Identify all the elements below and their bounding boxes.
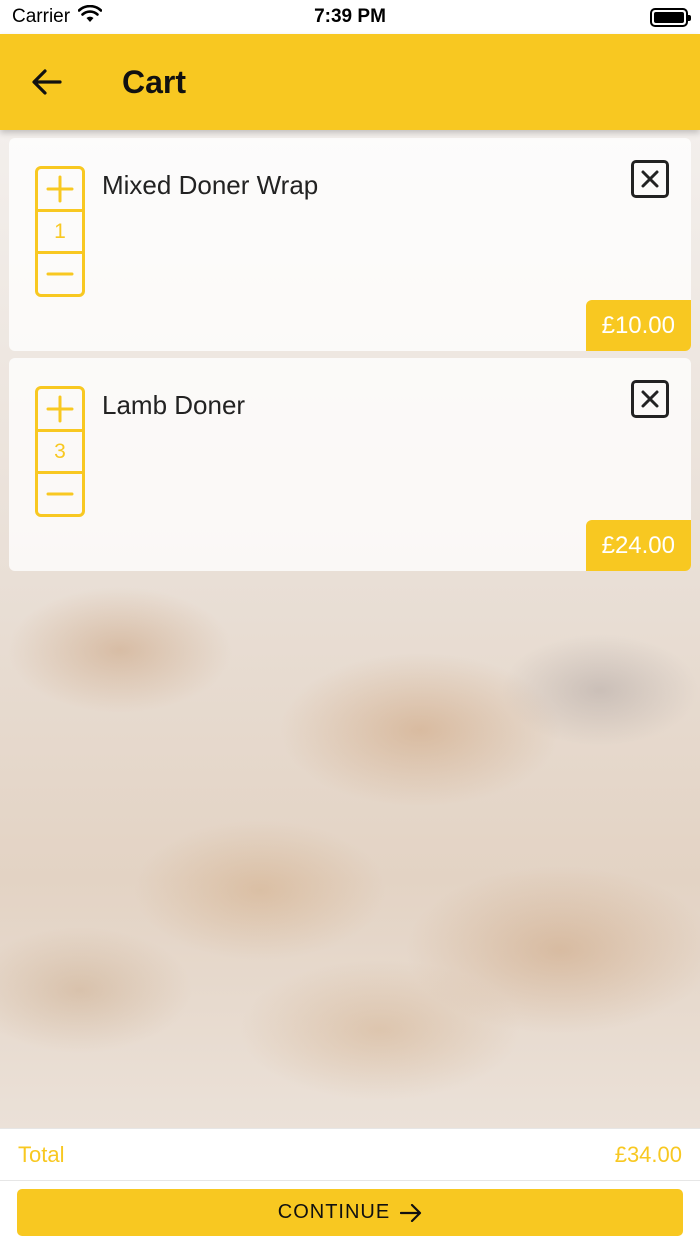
total-label: Total [18,1141,65,1167]
remove-item-button[interactable] [631,380,669,418]
arrow-right-icon [400,1203,422,1222]
quantity-stepper: 3 [35,386,85,517]
total-value: £34.00 [614,1141,682,1167]
item-price: £24.00 [585,520,691,571]
item-name: Mixed Doner Wrap [102,170,319,200]
decrement-button[interactable] [38,474,82,514]
status-bar: Carrier 7:39 PM [0,0,700,34]
back-button[interactable] [17,52,77,112]
close-icon [641,390,659,408]
arrow-left-icon [32,69,62,95]
quantity-value: 3 [38,428,82,475]
quantity-stepper: 1 [35,166,85,297]
cart-list: 1 Mixed Doner Wrap £10.00 3 Lamb Doner £… [9,138,691,578]
cart-item: 1 Mixed Doner Wrap £10.00 [9,138,691,351]
page-title: Cart [122,63,187,100]
cart-item: 3 Lamb Doner £24.00 [9,358,691,571]
increment-button[interactable] [38,169,82,209]
battery-icon [650,7,691,27]
quantity-value: 1 [38,208,82,255]
item-price: £10.00 [585,300,691,351]
item-name: Lamb Doner [102,390,246,420]
continue-label: CONTINUE [277,1201,391,1223]
minus-icon [46,272,74,276]
carrier-label: Carrier [12,6,71,27]
app-header: Cart [0,34,700,130]
remove-item-button[interactable] [631,160,669,198]
decrement-button[interactable] [38,254,82,294]
increment-button[interactable] [38,389,82,429]
plus-icon [46,175,74,203]
minus-icon [46,492,74,496]
close-icon [641,170,659,188]
wifi-icon [77,4,103,29]
status-time: 7:39 PM [314,6,386,27]
plus-icon [46,395,74,423]
total-bar: Total £34.00 [0,1128,700,1181]
footer: CONTINUE [0,1181,700,1244]
continue-button[interactable]: CONTINUE [17,1189,683,1236]
